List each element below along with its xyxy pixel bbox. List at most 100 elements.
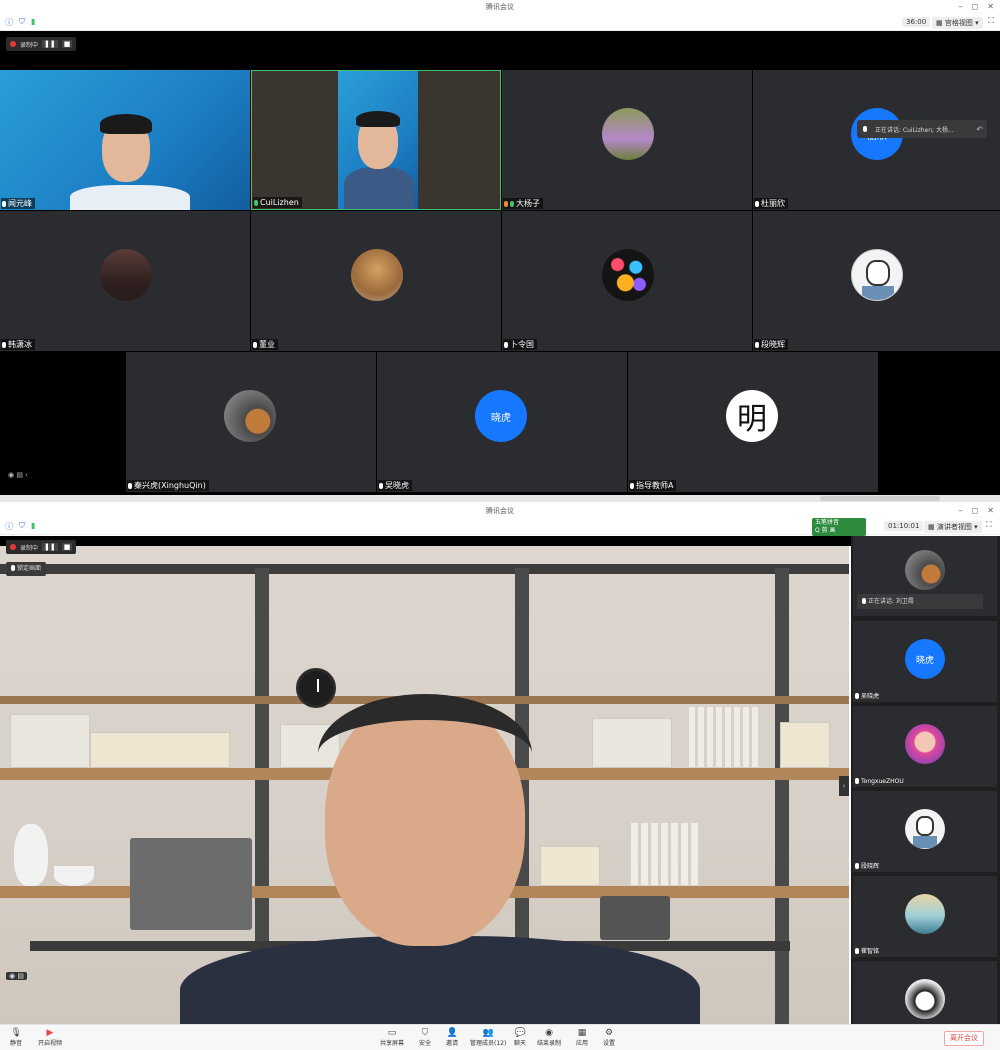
participant-tile[interactable]: 闻元峰: [0, 70, 250, 210]
scrollbar-thumb[interactable]: [820, 496, 940, 501]
participant-name: TongxueZHOU: [855, 778, 904, 785]
pause-recording-icon[interactable]: ❚❚: [42, 543, 58, 551]
participant-tile[interactable]: 秦兴虎(XinghuQin): [126, 352, 376, 492]
participant-name: 闻元峰: [1, 198, 35, 209]
horizontal-scrollbar[interactable]: [0, 495, 1000, 502]
view-switch-button[interactable]: ▦ 演讲者视图 ▾: [924, 521, 982, 533]
mic-icon: [855, 693, 859, 699]
cartoon-avatar: [905, 809, 945, 849]
video-figure: [14, 824, 48, 886]
security-button[interactable]: ⛉ 安全: [419, 1028, 431, 1047]
video-figure: [318, 694, 532, 814]
cartoon-avatar: [905, 979, 945, 1019]
participant-tile[interactable]: 大杨子: [502, 70, 752, 210]
recording-indicator: 录制中 ❚❚ ■: [6, 37, 77, 51]
apps-icon: ▦: [577, 1028, 587, 1038]
participant-name: 吴晓虎: [378, 480, 412, 491]
restore-icon[interactable]: ◻: [972, 506, 979, 515]
manage-members-button[interactable]: 👥 管理成员(12): [470, 1028, 506, 1047]
close-icon[interactable]: ✕: [987, 506, 994, 515]
minimize-icon[interactable]: –: [959, 506, 963, 515]
meeting-timer: 36:00: [902, 17, 931, 27]
chat-mini-icon[interactable]: ◉ ▤: [6, 972, 27, 980]
record-icon: ◉: [545, 1028, 553, 1038]
share-screen-button[interactable]: ▭ 共享屏幕: [380, 1028, 404, 1047]
mic-icon: [755, 201, 759, 207]
participant-tile[interactable]: 晓虎 吴晓虎: [853, 621, 997, 702]
participant-tile[interactable]: 崔智铭: [853, 876, 997, 957]
participant-tile[interactable]: 卜令国: [502, 211, 752, 351]
info-icon[interactable]: ⓘ: [5, 17, 13, 28]
speaking-indicator: 正在讲话: 刘卫霞: [857, 594, 983, 609]
participant-tile[interactable]: TongxueZHOU: [853, 706, 997, 787]
photo-avatar: [100, 249, 152, 301]
video-button[interactable]: ▶ 开启视频: [38, 1028, 62, 1047]
add-user-icon: 👤: [446, 1028, 458, 1038]
participant-tile[interactable]: 段晓辉: [853, 791, 997, 872]
restore-icon[interactable]: ◻: [972, 2, 979, 11]
collapse-banner-icon[interactable]: ↶: [976, 125, 983, 134]
mic-icon: [863, 126, 867, 132]
meeting-window-speaker: 腾讯会议 – ◻ ✕ ⓘ ⛉ ▮ 01:10:01 ▦ 演讲者视图 ▾ ⛶ 五笔…: [0, 504, 1000, 1050]
mic-icon: [253, 342, 257, 348]
video-figure: [540, 846, 600, 886]
mic-icon: [755, 342, 759, 348]
recording-label: 录制中: [20, 544, 39, 552]
participant-name: 秦兴虎(XinghuQin): [127, 480, 209, 491]
participant-tile[interactable]: [853, 961, 997, 1026]
photo-avatar: [905, 894, 945, 934]
meeting-window-gallery: 腾讯会议 – ◻ ✕ ⓘ ⛉ ▮ 36:00 ▦ 宫格视图 ▾ ⛶ 录制中 ❚❚…: [0, 0, 1000, 502]
mute-button[interactable]: 🎙 静音: [10, 1028, 22, 1047]
stop-recording-icon[interactable]: ■: [61, 543, 73, 551]
participant-tile[interactable]: 段晓辉: [753, 211, 1000, 351]
participant-tile[interactable]: 董业: [251, 211, 501, 351]
stop-recording-icon[interactable]: ■: [61, 40, 73, 48]
settings-button[interactable]: ⚙ 设置: [603, 1028, 615, 1047]
view-switch-button[interactable]: ▦ 宫格视图 ▾: [932, 17, 983, 29]
signal-icon: ▮: [31, 17, 36, 26]
shield-icon[interactable]: ⛉: [19, 17, 25, 28]
dog-avatar: [351, 249, 403, 301]
minimize-icon[interactable]: –: [959, 2, 963, 11]
stop-recording-button[interactable]: ◉ 结束录制: [537, 1028, 561, 1047]
input-method-toolbar[interactable]: 五笔拼音 Q 剪 画: [812, 518, 866, 536]
view-label: 宫格视图: [944, 19, 973, 27]
participant-tile[interactable]: 明 指导教师A: [628, 352, 878, 492]
participant-name: 段晓辉: [855, 861, 879, 870]
collapse-sidebar-icon[interactable]: ›: [839, 776, 849, 796]
leave-meeting-button[interactable]: 离开会议: [944, 1031, 984, 1046]
chat-icon: 💬: [514, 1028, 526, 1038]
text-avatar: 晓虎: [905, 639, 945, 679]
flower-avatar: [602, 108, 654, 160]
chat-button[interactable]: 💬 聊天: [514, 1028, 526, 1047]
invite-button[interactable]: 👤 邀请: [446, 1028, 458, 1047]
video-figure: [180, 936, 700, 1024]
share-screen-icon: ▭: [387, 1028, 397, 1038]
participant-tile[interactable]: 丽欣 杜丽欣: [753, 70, 1000, 210]
pause-recording-icon[interactable]: ❚❚: [42, 40, 58, 48]
shield-icon[interactable]: ⛉: [19, 521, 25, 532]
fullscreen-icon[interactable]: ⛶: [988, 16, 994, 26]
video-figure: [54, 866, 94, 886]
participant-tile[interactable]: 正在讲话: 刘卫霞: [853, 536, 997, 616]
participant-tile[interactable]: 韩潇冰: [0, 211, 250, 351]
video-figure: [775, 568, 789, 1024]
info-icon[interactable]: ⓘ: [5, 521, 13, 532]
video-gallery: 录制中 ❚❚ ■ 闻元峰 CuiLizhen 大杨子 丽欣 杜丽欣: [0, 31, 1000, 495]
participant-tile[interactable]: 晓虎 吴晓虎: [377, 352, 627, 492]
apps-button[interactable]: ▦ 应用: [576, 1028, 588, 1047]
signal-icon: ▮: [31, 521, 36, 530]
lock-view-button[interactable]: 锁定画面: [6, 562, 47, 576]
fullscreen-icon[interactable]: ⛶: [986, 520, 992, 530]
chat-mini-icon[interactable]: ◉ ▤ ‹: [8, 471, 28, 479]
close-icon[interactable]: ✕: [987, 2, 994, 11]
ime-tools: Q 剪 画: [815, 527, 836, 534]
video-top-strip: [0, 536, 851, 546]
gear-icon: ⚙: [604, 1028, 614, 1038]
participant-tile[interactable]: CuiLizhen: [251, 70, 501, 210]
mic-icon: [128, 483, 132, 489]
meeting-top-bar: ⓘ ⛉ ▮ 36:00 ▦ 宫格视图 ▾ ⛶: [0, 14, 1000, 31]
video-figure: [630, 822, 699, 886]
view-label: 演讲者视图: [936, 523, 972, 531]
status-icons: ⓘ ⛉ ▮: [5, 17, 35, 28]
